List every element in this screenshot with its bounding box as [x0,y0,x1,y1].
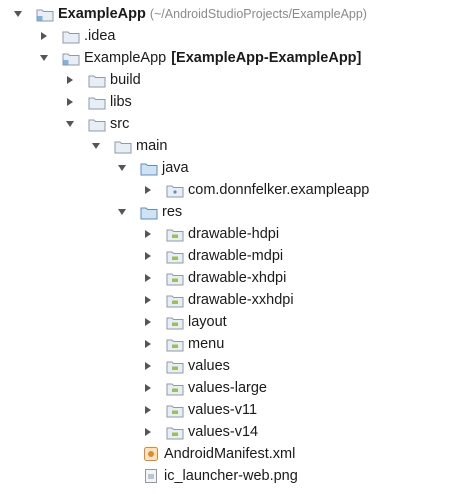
module-folder-icon [62,50,80,66]
tree-row-res-folder[interactable]: drawable-xhdpi [142,268,286,288]
chevron-right-icon[interactable] [142,316,154,328]
chevron-down-icon[interactable] [90,140,102,152]
chevron-right-icon[interactable] [142,338,154,350]
chevron-down-icon[interactable] [116,162,128,174]
res-folder-label: values [188,358,230,374]
tree-row-root[interactable]: ExampleApp (~/AndroidStudioProjects/Exam… [12,4,367,24]
package-folder-icon [166,182,184,198]
tree-row-res-folder[interactable]: values-large [142,378,267,398]
tree-row-res-folder[interactable]: menu [142,334,224,354]
tree-row-manifest[interactable]: AndroidManifest.xml [142,444,295,464]
res-folder-label: values-v11 [188,402,258,418]
chevron-down-icon[interactable] [38,52,50,64]
resource-folder-icon [166,292,184,308]
tree-row-java[interactable]: java [116,158,189,178]
tree-row-idea[interactable]: .idea [38,26,115,46]
res-folder-label: drawable-xxhdpi [188,292,294,308]
resource-folder-icon [166,380,184,396]
tree-row-libs[interactable]: libs [64,92,132,112]
manifest-label: AndroidManifest.xml [164,446,296,462]
resource-folder-icon [166,226,184,242]
tree-row-package[interactable]: com.donnfelker.exampleapp [142,180,369,200]
chevron-right-icon[interactable] [142,250,154,262]
folder-icon [88,94,106,110]
chevron-right-icon[interactable] [142,360,154,372]
res-folder-label: drawable-hdpi [188,226,280,242]
tree-row-build[interactable]: build [64,70,141,90]
tree-row-res-folder[interactable]: values [142,356,230,376]
tree-row-src[interactable]: src [64,114,129,134]
resource-folder-icon [166,402,184,418]
module-folder-icon [36,6,54,22]
folder-icon [62,28,80,44]
build-label: build [110,72,141,88]
res-label: res [162,204,183,220]
tree-row-res-folder[interactable]: drawable-mdpi [142,246,283,266]
tree-row-launcher[interactable]: ic_launcher-web.png [142,466,298,486]
main-label: main [136,138,168,154]
libs-label: libs [110,94,132,110]
chevron-right-icon[interactable] [142,426,154,438]
chevron-right-icon[interactable] [38,30,50,42]
java-label: java [162,160,189,176]
idea-label: .idea [84,28,116,44]
tree-row-res[interactable]: res [116,202,182,222]
chevron-down-icon[interactable] [12,8,24,20]
res-folder-label: menu [188,336,225,352]
chevron-right-icon[interactable] [142,184,154,196]
root-label: ExampleApp [58,6,146,22]
resource-root-folder-icon [140,204,158,220]
resource-folder-icon [166,336,184,352]
tree-row-res-folder[interactable]: drawable-xxhdpi [142,290,294,310]
res-folder-label: drawable-xhdpi [188,270,287,286]
chevron-right-icon[interactable] [64,96,76,108]
folder-icon [88,116,106,132]
resource-folder-icon [166,314,184,330]
root-path: (~/AndroidStudioProjects/ExampleApp) [149,7,367,21]
android-manifest-icon [142,446,160,462]
folder-icon [88,72,106,88]
launcher-label: ic_launcher-web.png [164,468,298,484]
source-folder-icon [140,160,158,176]
chevron-right-icon[interactable] [142,382,154,394]
res-folder-label: drawable-mdpi [188,248,284,264]
chevron-right-icon[interactable] [142,272,154,284]
resource-folder-icon [166,358,184,374]
resource-folder-icon [166,248,184,264]
resource-folder-icon [166,270,184,286]
chevron-right-icon[interactable] [142,404,154,416]
chevron-right-icon[interactable] [142,228,154,240]
package-label: com.donnfelker.exampleapp [188,182,370,198]
res-folder-label: layout [188,314,227,330]
resource-folder-icon [166,424,184,440]
tree-row-res-folder[interactable]: drawable-hdpi [142,224,279,244]
chevron-down-icon[interactable] [64,118,76,130]
res-folder-label: values-large [188,380,267,396]
chevron-right-icon[interactable] [142,294,154,306]
folder-icon [114,138,132,154]
module-qualifier: [ExampleApp-ExampleApp] [171,50,362,66]
image-file-icon [142,468,160,484]
tree-row-res-folder[interactable]: values-v11 [142,400,257,420]
chevron-right-icon[interactable] [64,74,76,86]
tree-row-res-folder[interactable]: layout [142,312,227,332]
module-label: ExampleApp [84,50,167,66]
project-tree: ExampleApp (~/AndroidStudioProjects/Exam… [0,0,469,494]
tree-row-res-folder[interactable]: values-v14 [142,422,258,442]
res-folder-label: values-v14 [188,424,259,440]
tree-row-module[interactable]: ExampleApp [ExampleApp-ExampleApp] [38,48,361,68]
src-label: src [110,116,130,132]
chevron-down-icon[interactable] [116,206,128,218]
tree-row-main[interactable]: main [90,136,167,156]
